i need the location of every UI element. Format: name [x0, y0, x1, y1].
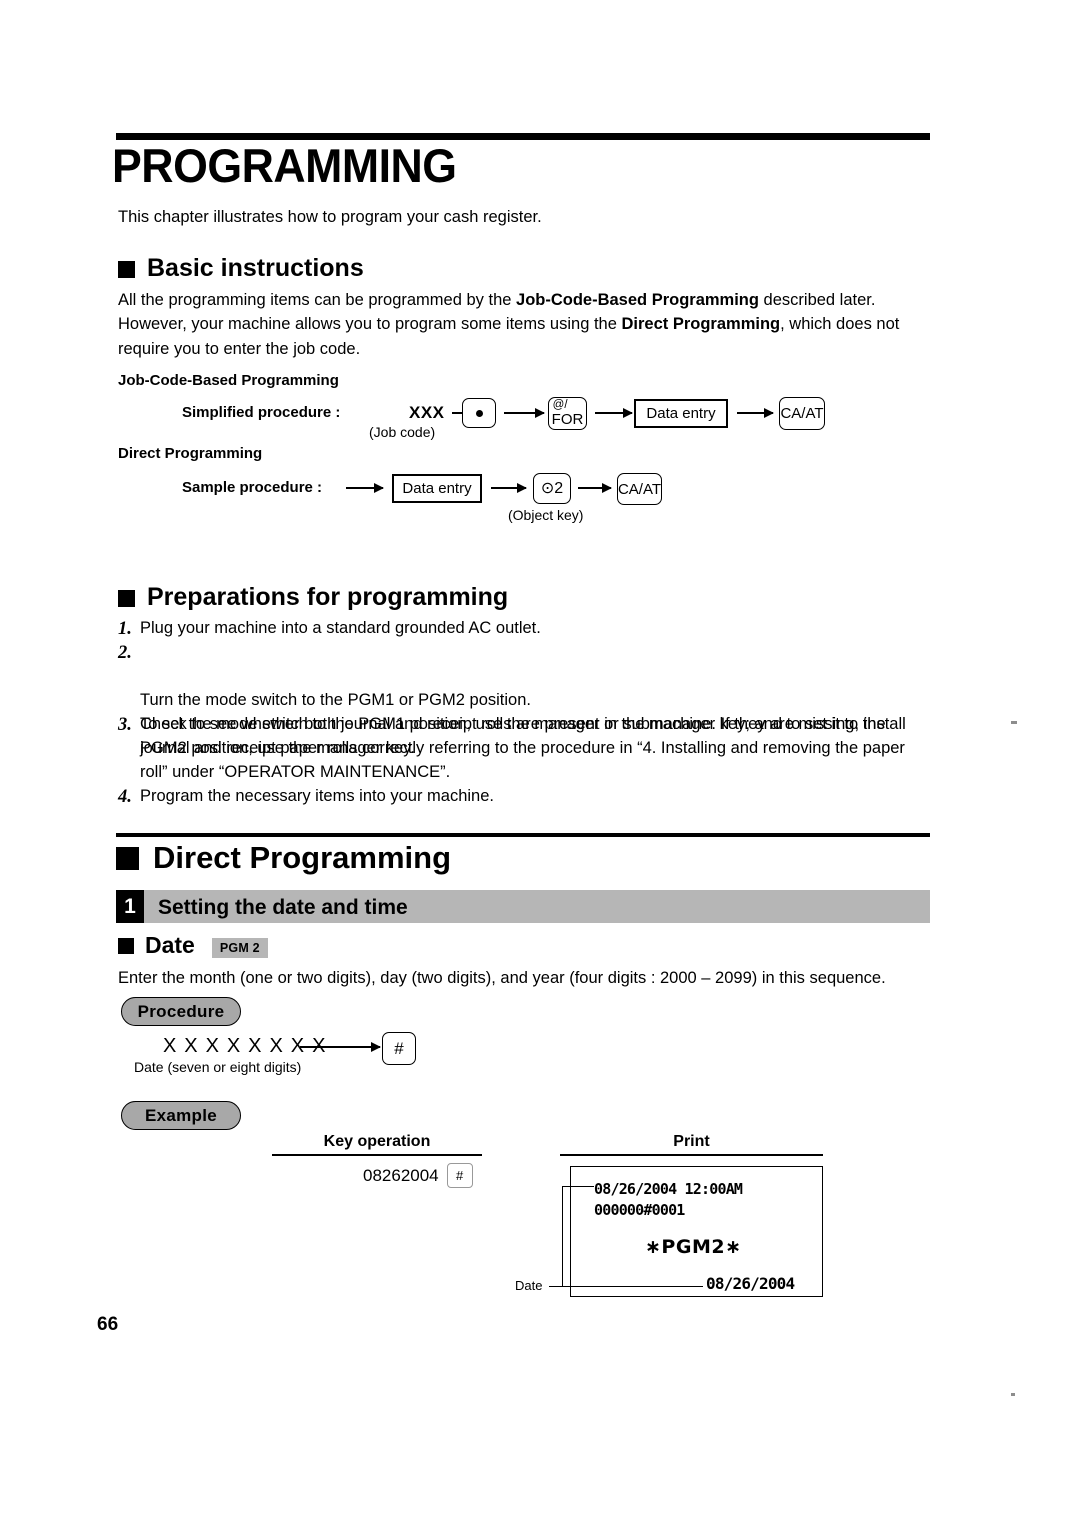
list-item: 3. Check to see whether both journal and…	[118, 713, 910, 785]
label-sample-procedure: Sample procedure :	[182, 479, 323, 496]
column-rule-print	[560, 1154, 823, 1156]
heading-direct-programming-label: Direct Programming	[153, 840, 452, 875]
scan-artifact	[1011, 1393, 1015, 1396]
pill-procedure-label: Procedure	[137, 1001, 225, 1021]
key-ca-at-direct-label: CA/AT	[617, 480, 662, 498]
key-ca-at-label: CA/AT	[780, 405, 824, 422]
key-data-entry-direct: Data entry	[392, 474, 482, 503]
list-item: 4. Program the necessary items into your…	[118, 785, 908, 809]
square-bullet-icon	[118, 937, 134, 954]
list-item-text: Plug your machine into a standard ground…	[140, 619, 541, 637]
list-item-number: 2.	[118, 643, 132, 663]
column-header-print: Print	[673, 1133, 710, 1150]
list-item-number: 4.	[118, 787, 132, 807]
page-number: 66	[97, 1314, 119, 1335]
key-ca-at-jobcode: CA/AT	[779, 397, 825, 430]
bi-text-1: All the programming items can be program…	[118, 291, 517, 309]
key-decimal-point	[462, 398, 496, 428]
manual-page: PROGRAMMING This chapter illustrates how…	[0, 0, 1080, 1528]
key-data-entry-label: Data entry	[646, 405, 716, 422]
direct-programming-rule	[116, 833, 930, 837]
bi-bold-1: Job-Code-Based Programming	[516, 291, 759, 309]
key-department-2-label: ⊙2	[540, 479, 564, 497]
label-simplified-procedure: Simplified procedure :	[182, 404, 341, 421]
pill-example: Example	[121, 1101, 241, 1130]
job-code-placeholder: XXX	[409, 403, 445, 422]
key-ca-at-direct: CA/AT	[617, 473, 662, 505]
key-at-for-bottom-label: FOR	[551, 410, 584, 428]
key-operation-digits: 08262004	[363, 1165, 439, 1185]
key-operation-value-row: 08262004 #	[363, 1163, 473, 1188]
arrow-atfor-to-dataentry	[595, 408, 633, 418]
key-hash-example: #	[446, 1163, 473, 1188]
square-bullet-icon	[118, 590, 135, 607]
list-item: 1. Plug your machine into a standard gro…	[118, 617, 908, 641]
receipt-date-value: 08/26/2004	[706, 1274, 795, 1293]
leader-label-date: Date	[515, 1278, 543, 1293]
pill-procedure: Procedure	[121, 997, 241, 1026]
leader-line-vertical	[562, 1186, 564, 1287]
procedure-digits-caption: Date (seven or eight digits)	[134, 1059, 302, 1075]
arrow-dataentry-to-objectkey	[491, 483, 527, 493]
arrow-objectkey-to-caat	[578, 483, 612, 493]
date-intro-text: Enter the month (one or two digits), day…	[118, 969, 886, 987]
heading-basic-instructions-label: Basic instructions	[147, 254, 364, 282]
key-data-entry-direct-label: Data entry	[402, 480, 472, 497]
pill-example-label: Example	[144, 1105, 218, 1125]
column-header-key-operation: Key operation	[323, 1133, 431, 1150]
heading-preparations-label: Preparations for programming	[147, 583, 509, 611]
heading-direct-programming: Direct Programming	[116, 840, 451, 876]
basic-instructions-paragraph: All the programming items can be program…	[118, 288, 913, 361]
chapter-intro-text: This chapter illustrates how to program …	[118, 208, 542, 226]
dot-icon	[475, 409, 483, 417]
bi-bold-2: Direct Programming	[621, 315, 781, 334]
list-item-number: 3.	[118, 715, 132, 735]
scan-artifact	[1011, 721, 1017, 724]
receipt-datetime-line: 08/26/2004 12:00AM	[594, 1180, 743, 1198]
arrow-digits-to-hash	[300, 1042, 381, 1052]
heading-basic-instructions: Basic instructions	[118, 254, 364, 283]
page-title: PROGRAMMING	[112, 139, 457, 192]
key-department-2: ⊙2	[533, 473, 571, 504]
list-item-text: Program the necessary items into your ma…	[140, 787, 494, 805]
list-item-number: 1.	[118, 619, 132, 639]
key-data-entry-jobcode: Data entry	[634, 399, 728, 428]
arrow-dataentry-to-caat	[737, 408, 774, 418]
receipt-counter-line: 000000#0001	[594, 1201, 685, 1219]
key-hash-procedure-label: #	[394, 1039, 404, 1058]
leader-line-horizontal	[549, 1286, 703, 1288]
heading-date: Date PGM 2	[118, 932, 268, 959]
section-number-badge: 1	[116, 890, 144, 923]
label-job-code-based-programming: Job-Code-Based Programming	[118, 372, 339, 389]
list-item-text: Check to see whether both journal and re…	[140, 715, 906, 781]
caption-job-code: (Job code)	[369, 424, 436, 440]
key-hash-procedure: #	[382, 1032, 416, 1065]
column-rule-key-operation	[272, 1154, 482, 1156]
leader-line-top-tick	[562, 1186, 594, 1188]
arrow-dot-to-atfor	[504, 408, 545, 418]
arrow-start-to-dataentry	[346, 483, 384, 493]
key-hash-example-label: #	[456, 1168, 464, 1183]
key-at-for: @/ FOR	[548, 397, 587, 430]
status-badge-pgm2: PGM 2	[211, 937, 268, 958]
heading-date-label: Date	[145, 932, 195, 958]
label-direct-programming-diagram: Direct Programming	[118, 445, 263, 462]
caption-object-key: (Object key)	[508, 507, 584, 523]
heading-preparations: Preparations for programming	[118, 583, 508, 612]
square-bullet-icon	[116, 846, 139, 870]
section-title: Setting the date and time	[158, 896, 408, 919]
receipt-mode-line: ∗PGM2∗	[645, 1236, 742, 1258]
square-bullet-icon	[118, 261, 135, 278]
